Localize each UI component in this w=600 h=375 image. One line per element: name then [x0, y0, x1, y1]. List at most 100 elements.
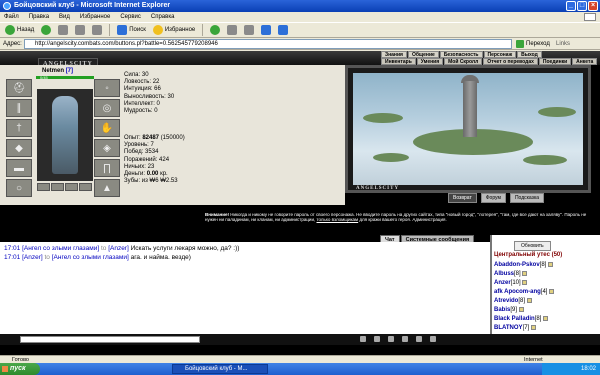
taskbar-item-browser[interactable]: Бойцовский клуб - М...	[172, 364, 268, 374]
favorites-button[interactable]: Избранное	[151, 24, 197, 36]
return-button[interactable]: Возврат	[448, 193, 477, 203]
message-from[interactable]: [Ангел со злыми глазами]	[22, 245, 99, 252]
print-button[interactable]	[242, 24, 256, 36]
slot-3[interactable]	[65, 183, 78, 191]
message-from[interactable]: [Anzer]	[22, 254, 43, 261]
nav-profile[interactable]: Анкета	[572, 58, 598, 65]
location-scene[interactable]	[353, 73, 583, 185]
nav-communication[interactable]: Общение	[407, 51, 439, 58]
belt-slot[interactable]: ▬	[6, 159, 32, 177]
leggings-slot[interactable]: ∏	[94, 159, 120, 177]
message-time[interactable]: 17:01	[4, 254, 20, 261]
user-item[interactable]: BLATNOY[7]	[494, 324, 598, 333]
info-icon[interactable]	[530, 324, 536, 330]
user-level: [8]	[518, 298, 526, 304]
nav-inventory[interactable]: Инвентарь	[381, 58, 416, 65]
user-item[interactable]: afk Apocom-ang[4]	[494, 288, 598, 297]
chat-messages[interactable]: 17:01 [Ангел со злыми глазами] to [Anzer…	[0, 242, 490, 334]
tower[interactable]	[463, 81, 477, 137]
warning-tail: для кражи вашего героя.	[359, 217, 412, 222]
filter-icon[interactable]	[388, 336, 394, 342]
clear-icon[interactable]	[374, 336, 380, 342]
menu-tools[interactable]: Сервис	[120, 12, 141, 22]
security-warning: Внимание! Никогда и никому не говорите п…	[205, 212, 591, 226]
character-avatar[interactable]	[37, 89, 93, 181]
nav-transfer-report[interactable]: Отчет о переводах	[483, 58, 538, 65]
smiley-icon[interactable]	[360, 336, 366, 342]
info-icon[interactable]	[522, 270, 528, 276]
gloves-slot[interactable]: ✋	[94, 119, 120, 137]
weapon-slot[interactable]: †	[6, 119, 32, 137]
menu-view[interactable]: Вид	[59, 12, 70, 22]
close-button[interactable]: ×	[588, 1, 598, 11]
ring-slot[interactable]: ○	[6, 179, 32, 197]
character-name[interactable]: Netmen [7]	[42, 68, 73, 74]
slot-4[interactable]	[79, 183, 92, 191]
messenger-button[interactable]	[276, 24, 290, 36]
message-time[interactable]: 17:01	[4, 245, 20, 252]
nav-security[interactable]: Безопасность	[439, 51, 483, 58]
menu-edit[interactable]: Правка	[29, 12, 49, 22]
links-button[interactable]: Links	[556, 38, 570, 50]
home-button[interactable]	[90, 24, 104, 36]
level-row: Уровень: 7	[124, 142, 154, 149]
menu-favorites[interactable]: Избранное	[80, 12, 110, 22]
refresh-users-button[interactable]: Обновить	[514, 241, 551, 251]
nav-duels[interactable]: Поединки	[538, 58, 572, 65]
helmet-slot[interactable]: ⛑	[6, 79, 32, 97]
earring-slot[interactable]: ◦	[94, 79, 120, 97]
back-button[interactable]: Назад	[3, 24, 36, 36]
forum-button[interactable]: Форум	[480, 193, 506, 203]
user-item[interactable]: Abaddon-Pskov[8]	[494, 261, 598, 270]
armor-slot[interactable]: ◆	[6, 139, 32, 157]
maximize-button[interactable]: □	[577, 1, 587, 11]
go-button[interactable]: Переход	[516, 39, 550, 49]
user-item[interactable]: Albuss[8]	[494, 270, 598, 279]
mail-button[interactable]	[225, 24, 239, 36]
address-input[interactable]: http://angelscity.combats.com/buttons.pl…	[24, 39, 512, 49]
settings-icon[interactable]	[430, 336, 436, 342]
amulet-slot[interactable]: ◎	[94, 99, 120, 117]
hint-button[interactable]: Подсказка	[509, 193, 545, 203]
sound-icon[interactable]	[416, 336, 422, 342]
translit-icon[interactable]	[402, 336, 408, 342]
info-icon[interactable]	[548, 261, 554, 267]
user-item[interactable]: Babis[9]	[494, 306, 598, 315]
nav-skills[interactable]: Умения	[416, 58, 444, 65]
edit-button[interactable]	[259, 24, 273, 36]
user-item[interactable]: Anzer[10]	[494, 279, 598, 288]
menu-help[interactable]: Справка	[151, 12, 175, 22]
forward-button[interactable]	[39, 24, 53, 36]
stat-intuition: Интуиция: 66	[124, 86, 161, 93]
menu-file[interactable]: Файл	[4, 12, 19, 22]
info-icon[interactable]	[526, 297, 532, 303]
slot-1[interactable]	[37, 183, 50, 191]
info-icon[interactable]	[518, 306, 524, 312]
info-icon[interactable]	[543, 315, 549, 321]
history-button[interactable]	[208, 24, 222, 36]
start-button[interactable]: пуск	[0, 363, 40, 375]
search-button[interactable]: Поиск	[115, 24, 148, 36]
message-to[interactable]: [Anzer]	[108, 245, 129, 252]
boots-slot[interactable]: ▲	[94, 179, 120, 197]
nav-character[interactable]: Персонаж	[483, 51, 517, 58]
user-item[interactable]: Black Palladin[8]	[494, 315, 598, 324]
bracers-slot[interactable]: ∥	[6, 99, 32, 117]
info-icon[interactable]	[549, 288, 555, 294]
nav-my-scroll[interactable]: Мой Скролл	[444, 58, 483, 65]
minimize-button[interactable]: _	[566, 1, 576, 11]
exp-label: Опыт:	[124, 135, 141, 141]
warning-link[interactable]: только взломщикам	[316, 217, 358, 222]
nav-knowledge[interactable]: Знания	[381, 51, 407, 58]
chat-input[interactable]	[20, 336, 200, 343]
slot-2[interactable]	[51, 183, 64, 191]
stat-agility: Ловкость: 22	[124, 79, 160, 86]
shield-slot[interactable]: ◈	[94, 139, 120, 157]
user-item[interactable]: Atrevido[8]	[494, 297, 598, 306]
refresh-button[interactable]	[73, 24, 87, 36]
message-to[interactable]: [Ангел со злыми глазами]	[52, 254, 129, 261]
info-icon[interactable]	[522, 279, 528, 285]
nav-exit[interactable]: Выход	[517, 51, 542, 58]
wins-row: Побед: 3534	[124, 149, 159, 156]
stop-button[interactable]	[56, 24, 70, 36]
